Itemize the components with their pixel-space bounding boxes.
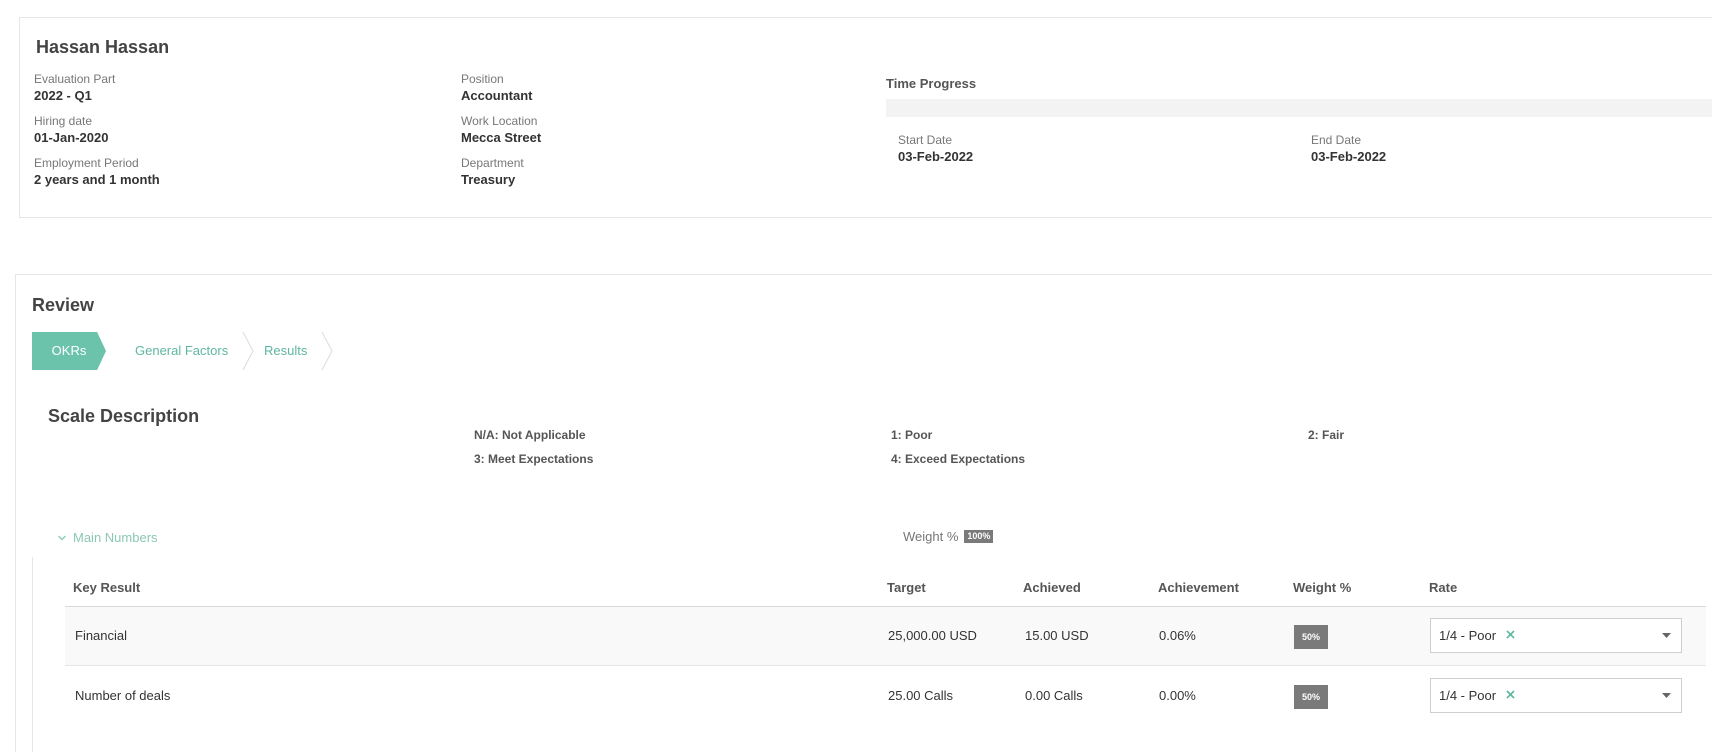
field-value: Accountant: [461, 88, 533, 103]
field-label: Employment Period: [34, 156, 139, 170]
field-label: End Date: [1311, 133, 1362, 147]
field-hiring-date: Hiring date 01-Jan-2020: [34, 114, 108, 146]
rate-select[interactable]: 1/4 - Poor: [1430, 678, 1682, 713]
group-weight-badge: 100%: [964, 530, 994, 543]
close-icon[interactable]: [1505, 689, 1516, 700]
field-value: 2022 - Q1: [34, 88, 92, 103]
scale-item: 2: Fair: [1308, 428, 1345, 442]
chevron-right-icon: [242, 332, 254, 370]
rate-select[interactable]: 1/4 - Poor: [1430, 618, 1682, 653]
table-row: Number of deals 25.00 Calls 0.00 Calls 0…: [65, 667, 1706, 726]
step-okrs[interactable]: OKRs: [32, 332, 106, 370]
step-results[interactable]: Results: [264, 332, 314, 370]
column-header-achievement: Achievement: [1158, 580, 1239, 595]
field-label: Department: [461, 156, 524, 170]
field-value: 03-Feb-2022: [898, 149, 974, 164]
field-label: Hiring date: [34, 114, 93, 128]
column-header-achieved: Achieved: [1023, 580, 1081, 595]
group-weight-label: Weight %: [903, 529, 959, 544]
main-numbers-label: Main Numbers: [73, 530, 158, 545]
field-department: Department Treasury: [461, 156, 524, 188]
field-employment-period: Employment Period 2 years and 1 month: [34, 156, 160, 188]
chevron-right-icon: [321, 332, 333, 370]
cell-key-result: Financial: [75, 628, 128, 643]
time-progress-bar: [886, 99, 1712, 117]
scale-item: N/A: Not Applicable: [474, 428, 586, 442]
cell-target: 25,000.00 USD: [888, 628, 977, 643]
rate-select-value: 1/4 - Poor: [1439, 628, 1497, 643]
table-row: Financial 25,000.00 USD 15.00 USD 0.06% …: [65, 607, 1706, 666]
column-header-rate: Rate: [1429, 580, 1458, 595]
cell-weight-badge: 50%: [1294, 685, 1328, 709]
field-value: Treasury: [461, 172, 516, 187]
column-header-target: Target: [887, 580, 926, 595]
main-numbers-toggle[interactable]: Main Numbers: [57, 530, 158, 545]
cell-target: 25.00 Calls: [888, 688, 954, 703]
group-weight: Weight % 100%: [903, 529, 994, 544]
field-value: 2 years and 1 month: [34, 172, 160, 187]
field-value: 01-Jan-2020: [34, 130, 109, 145]
employee-name: Hassan Hassan: [36, 37, 170, 57]
field-evaluation-part: Evaluation Part 2022 - Q1: [34, 72, 115, 104]
column-header-weight: Weight %: [1293, 580, 1352, 595]
employee-card: Hassan Hassan Evaluation Part 2022 - Q1 …: [19, 17, 1712, 218]
review-title: Review: [32, 295, 95, 315]
scale-item: 1: Poor: [891, 428, 933, 442]
field-value: 03-Feb-2022: [1311, 149, 1387, 164]
scale-item: 3: Meet Expectations: [474, 452, 594, 466]
field-position: Position Accountant: [461, 72, 533, 104]
field-label: Evaluation Part: [34, 72, 116, 86]
chevron-down-icon: [58, 535, 66, 540]
field-end-date: End Date 03-Feb-2022: [1311, 133, 1386, 165]
close-icon[interactable]: [1505, 629, 1516, 640]
cell-achievement: 0.00%: [1159, 688, 1196, 703]
review-card: Review OKRs General Factors Results Scal…: [15, 274, 1712, 752]
cell-key-result: Number of deals: [75, 688, 171, 703]
cell-achievement: 0.06%: [1159, 628, 1196, 643]
column-header-key-result: Key Result: [73, 580, 141, 595]
field-value: Mecca Street: [461, 130, 542, 145]
step-general-factors[interactable]: General Factors: [135, 332, 231, 370]
field-label: Position: [461, 72, 504, 86]
scale-item: 4: Exceed Expectations: [891, 452, 1026, 466]
field-start-date: Start Date 03-Feb-2022: [898, 133, 973, 165]
caret-down-icon[interactable]: [1662, 633, 1671, 639]
caret-down-icon[interactable]: [1662, 693, 1671, 699]
cell-achieved: 0.00 Calls: [1025, 688, 1083, 703]
cell-weight-badge: 50%: [1294, 625, 1328, 649]
field-work-location: Work Location Mecca Street: [461, 114, 541, 146]
cell-achieved: 15.00 USD: [1025, 628, 1089, 643]
field-label: Start Date: [898, 133, 953, 147]
time-progress-title: Time Progress: [886, 76, 977, 91]
field-label: Work Location: [461, 114, 538, 128]
rate-select-value: 1/4 - Poor: [1439, 688, 1497, 703]
scale-description-title: Scale Description: [48, 406, 200, 426]
